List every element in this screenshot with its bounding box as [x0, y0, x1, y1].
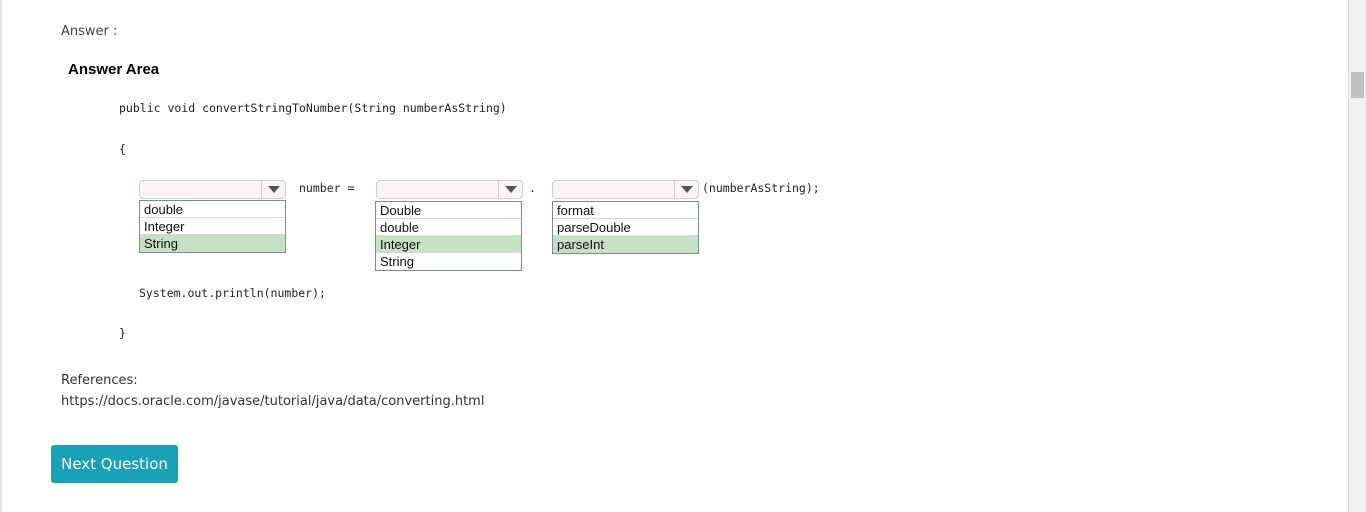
option-item-selected[interactable]: Integer	[376, 236, 521, 253]
class-options-list[interactable]: Double double Integer String	[375, 201, 522, 271]
close-brace: }	[119, 326, 126, 340]
answer-label: Answer :	[61, 24, 118, 39]
assign-text: number =	[299, 181, 355, 195]
option-item[interactable]: format	[553, 202, 698, 219]
type-dropdown-arrow[interactable]	[261, 181, 285, 198]
call-suffix: (numberAsString);	[702, 181, 820, 195]
chevron-down-icon	[680, 186, 693, 193]
answer-area-title: Answer Area	[68, 61, 160, 78]
type-dropdown[interactable]	[139, 180, 286, 199]
class-dropdown[interactable]	[376, 180, 523, 199]
option-item[interactable]: double	[140, 201, 285, 218]
method-dropdown-arrow[interactable]	[674, 181, 698, 198]
option-item-selected[interactable]: String	[140, 235, 285, 252]
vertical-scrollbar[interactable]	[1348, 0, 1366, 512]
println-statement: System.out.println(number);	[139, 286, 326, 300]
chevron-down-icon	[267, 186, 280, 193]
type-options-list[interactable]: double Integer String	[139, 200, 286, 253]
class-dropdown-arrow[interactable]	[498, 181, 522, 198]
reference-link[interactable]: https://docs.oracle.com/javase/tutorial/…	[61, 394, 484, 409]
option-item-selected[interactable]: parseInt	[553, 236, 698, 253]
option-item[interactable]: String	[376, 253, 521, 270]
method-options-list[interactable]: format parseDouble parseInt	[552, 201, 699, 254]
page-left-border	[0, 0, 2, 512]
option-item[interactable]: Double	[376, 202, 521, 219]
option-item[interactable]: double	[376, 219, 521, 236]
dot-operator: .	[529, 181, 536, 195]
method-signature: public void convertStringToNumber(String…	[119, 101, 507, 115]
scrollbar-thumb[interactable]	[1351, 72, 1364, 98]
references-section: References: https://docs.oracle.com/java…	[61, 370, 484, 412]
method-dropdown[interactable]	[552, 180, 699, 199]
open-brace: {	[119, 142, 126, 156]
chevron-down-icon	[504, 186, 517, 193]
option-item[interactable]: parseDouble	[553, 219, 698, 236]
next-question-button[interactable]: Next Question	[51, 445, 178, 483]
option-item[interactable]: Integer	[140, 218, 285, 235]
references-label: References:	[61, 373, 138, 388]
